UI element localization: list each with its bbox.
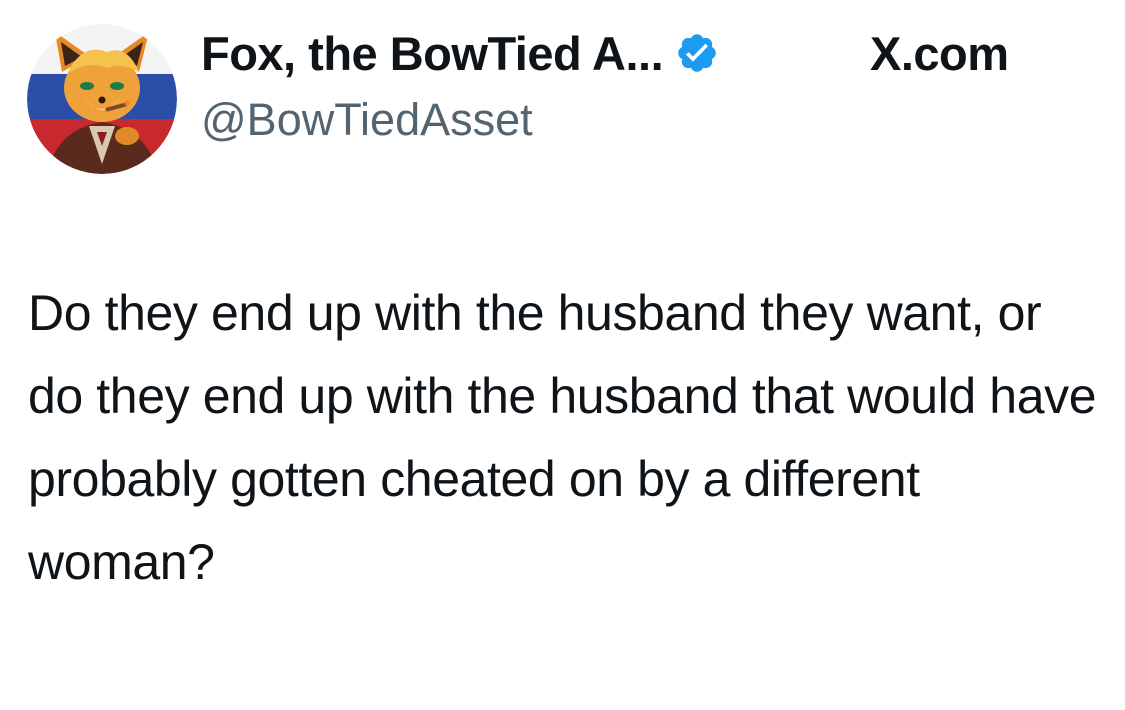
fox-avatar-icon: [27, 24, 177, 174]
author-name-row: Fox, the BowTied A...: [201, 20, 719, 86]
verified-badge-icon: [675, 31, 719, 75]
avatar[interactable]: [27, 24, 177, 174]
author-handle[interactable]: @BowTiedAsset: [201, 94, 533, 146]
site-label: X.com: [870, 20, 1009, 86]
tweet-text: Do they end up with the husband they wan…: [28, 285, 1097, 590]
site-label-text: X.com: [870, 26, 1009, 80]
tweet-card: Fox, the BowTied A... X.com @BowTiedAsse…: [0, 0, 1125, 710]
author-display-name[interactable]: Fox, the BowTied A...: [201, 26, 664, 81]
